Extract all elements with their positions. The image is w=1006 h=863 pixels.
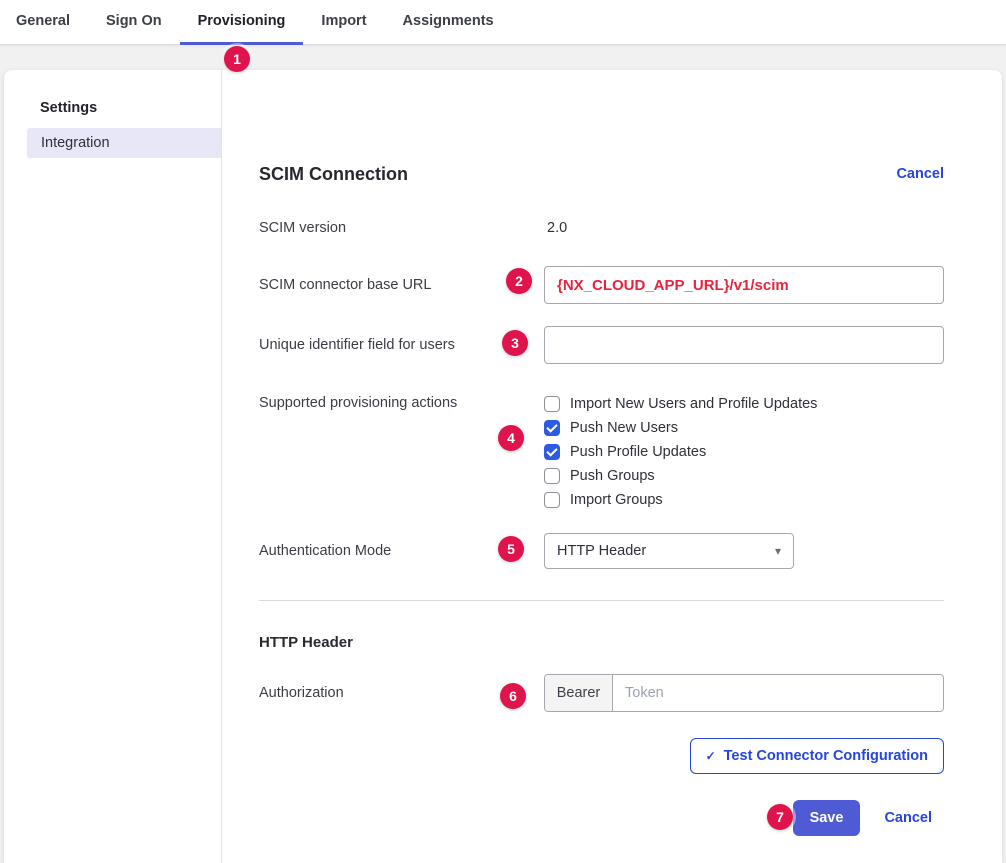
checkbox-option-push-new-users[interactable]: Push New Users bbox=[544, 416, 944, 440]
token-input[interactable] bbox=[613, 675, 943, 711]
scim-form: SCIM Connection Cancel SCIM version 2.0 … bbox=[222, 70, 1002, 863]
tab-bar: General Sign On Provisioning Import Assi… bbox=[0, 0, 1006, 45]
authorization-row: Authorization Bearer bbox=[259, 674, 944, 712]
provisioning-actions-row: Supported provisioning actions Import Ne… bbox=[259, 392, 944, 512]
auth-mode-value: HTTP Header bbox=[557, 543, 646, 559]
sidebar-heading: Settings bbox=[4, 98, 221, 118]
annotation-badge-1: 1 bbox=[224, 46, 250, 72]
checkbox-label: Import New Users and Profile Updates bbox=[570, 396, 817, 412]
annotation-badge-2: 2 bbox=[506, 268, 532, 294]
checkbox-label: Push Groups bbox=[570, 468, 655, 484]
settings-sidebar: Settings Integration bbox=[4, 70, 222, 863]
provisioning-actions-list: Import New Users and Profile Updates Pus… bbox=[544, 392, 944, 512]
page-title: SCIM Connection bbox=[259, 164, 408, 185]
base-url-row: SCIM connector base URL bbox=[259, 266, 944, 304]
unique-identifier-input[interactable] bbox=[544, 326, 944, 364]
section-divider bbox=[259, 600, 944, 601]
bearer-prefix: Bearer bbox=[545, 675, 613, 711]
import-users-checkbox[interactable] bbox=[544, 396, 560, 412]
http-header-section-heading: HTTP Header bbox=[259, 633, 944, 653]
tab-assignments[interactable]: Assignments bbox=[385, 0, 512, 45]
push-profile-updates-checkbox[interactable] bbox=[544, 444, 560, 460]
checkbox-option-import-users[interactable]: Import New Users and Profile Updates bbox=[544, 392, 944, 416]
auth-mode-row: Authentication Mode HTTP Header ▾ bbox=[259, 533, 944, 569]
test-connector-row: ✓ Test Connector Configuration bbox=[259, 738, 944, 774]
checkbox-label: Import Groups bbox=[570, 492, 663, 508]
push-new-users-checkbox[interactable] bbox=[544, 420, 560, 436]
tab-sign-on[interactable]: Sign On bbox=[88, 0, 180, 45]
base-url-input[interactable] bbox=[544, 266, 944, 304]
checkbox-label: Push New Users bbox=[570, 420, 678, 436]
main-card: Settings Integration SCIM Connection Can… bbox=[4, 70, 1002, 863]
annotation-badge-7: 7 bbox=[767, 804, 793, 830]
tab-import[interactable]: Import bbox=[303, 0, 384, 45]
scim-version-label: SCIM version bbox=[259, 220, 544, 236]
auth-mode-select[interactable]: HTTP Header ▾ bbox=[544, 533, 794, 569]
annotation-badge-4: 4 bbox=[498, 425, 524, 451]
checkbox-label: Push Profile Updates bbox=[570, 444, 706, 460]
base-url-label: SCIM connector base URL bbox=[259, 277, 544, 293]
chevron-down-icon: ▾ bbox=[775, 544, 781, 558]
push-groups-checkbox[interactable] bbox=[544, 468, 560, 484]
annotation-badge-5: 5 bbox=[498, 536, 524, 562]
import-groups-checkbox[interactable] bbox=[544, 492, 560, 508]
tab-general[interactable]: General bbox=[16, 0, 88, 45]
annotation-badge-6: 6 bbox=[500, 683, 526, 709]
annotation-badge-3: 3 bbox=[502, 330, 528, 356]
form-header: SCIM Connection Cancel bbox=[259, 160, 944, 188]
scim-version-value: 2.0 bbox=[544, 220, 944, 236]
scim-version-row: SCIM version 2.0 bbox=[259, 218, 944, 238]
test-connector-button[interactable]: ✓ Test Connector Configuration bbox=[690, 738, 944, 774]
checkbox-option-push-groups[interactable]: Push Groups bbox=[544, 464, 944, 488]
check-icon: ✓ bbox=[706, 749, 716, 763]
form-actions-row: Save Cancel bbox=[259, 800, 944, 836]
test-connector-label: Test Connector Configuration bbox=[724, 748, 928, 764]
tab-provisioning[interactable]: Provisioning bbox=[180, 0, 304, 45]
header-cancel-link[interactable]: Cancel bbox=[896, 166, 944, 182]
screen: General Sign On Provisioning Import Assi… bbox=[0, 0, 1006, 863]
checkbox-option-push-profile-updates[interactable]: Push Profile Updates bbox=[544, 440, 944, 464]
unique-identifier-row: Unique identifier field for users bbox=[259, 326, 944, 364]
checkbox-option-import-groups[interactable]: Import Groups bbox=[544, 488, 944, 512]
authorization-input-group: Bearer bbox=[544, 674, 944, 712]
provisioning-actions-label: Supported provisioning actions bbox=[259, 392, 544, 411]
cancel-button[interactable]: Cancel bbox=[884, 810, 932, 826]
save-button[interactable]: Save bbox=[793, 800, 861, 836]
sidebar-item-integration[interactable]: Integration bbox=[27, 128, 221, 158]
